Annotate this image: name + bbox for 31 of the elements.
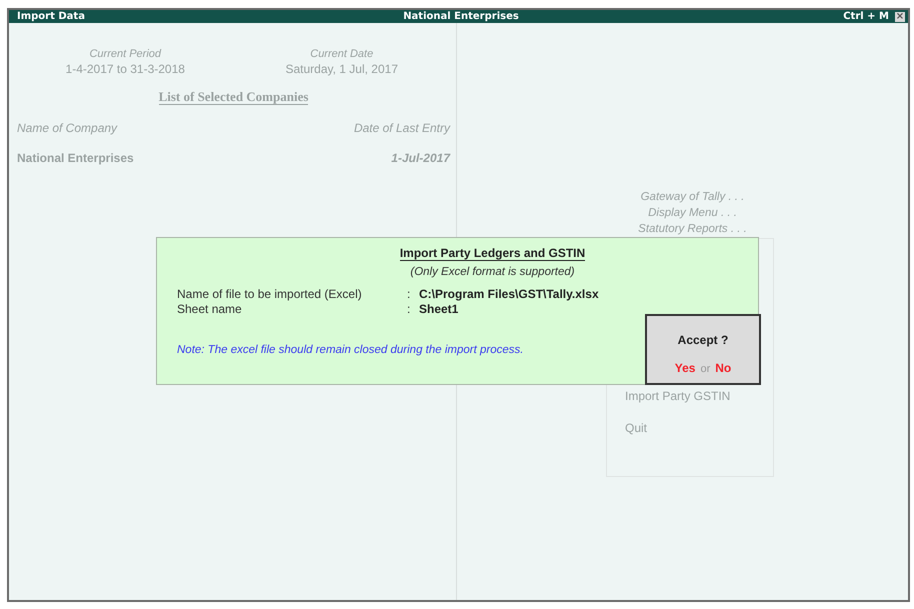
breadcrumb: Statutory Reports . . . bbox=[638, 222, 747, 237]
dialog-subtitle: (Only Excel format is supported) bbox=[410, 266, 575, 278]
date-value: Saturday, 1 Jul, 2017 bbox=[284, 62, 400, 76]
field-value[interactable]: Sheet1 bbox=[419, 302, 458, 316]
field-label: Name of file to be imported (Excel) bbox=[177, 287, 363, 301]
or-label: or bbox=[700, 363, 710, 375]
field-value[interactable]: C:\Program Files\GST\Tally.xlsx bbox=[419, 287, 599, 301]
date-label: Current Date bbox=[309, 48, 374, 60]
company-title: National Enterprises bbox=[403, 11, 519, 22]
field-separator: : bbox=[407, 287, 412, 301]
breadcrumb: Display Menu . . . bbox=[648, 206, 737, 221]
window-title: Import Data bbox=[17, 11, 86, 22]
no-option[interactable]: No bbox=[715, 361, 732, 375]
dialog-title: Import Party Ledgers and GSTIN bbox=[400, 246, 586, 261]
yes-option[interactable]: Yes bbox=[674, 361, 696, 375]
accept-question: Accept ? bbox=[678, 333, 728, 347]
menu-item[interactable]: Import Party GSTIN bbox=[625, 389, 773, 403]
shortcut-label: Ctrl + M bbox=[843, 11, 889, 22]
menu-item[interactable]: Quit bbox=[625, 421, 773, 435]
column-header: Name of Company bbox=[17, 121, 118, 135]
close-button[interactable]: × bbox=[895, 12, 905, 22]
field-separator: : bbox=[407, 302, 412, 316]
period-label: Current Period bbox=[88, 48, 162, 60]
list-title: List of Selected Companies bbox=[158, 89, 308, 105]
breadcrumb: Gateway of Tally . . . bbox=[640, 190, 744, 205]
company-name[interactable]: National Enterprises bbox=[17, 151, 134, 165]
column-header: Date of Last Entry bbox=[354, 121, 450, 135]
last-entry-date: 1-Jul-2017 bbox=[391, 151, 450, 165]
note-text: Note: The excel file should remain closed during the import process. bbox=[177, 344, 524, 356]
field-label: Sheet name bbox=[177, 302, 243, 316]
period-value: 1-4-2017 to 31-3-2018 bbox=[64, 62, 186, 76]
